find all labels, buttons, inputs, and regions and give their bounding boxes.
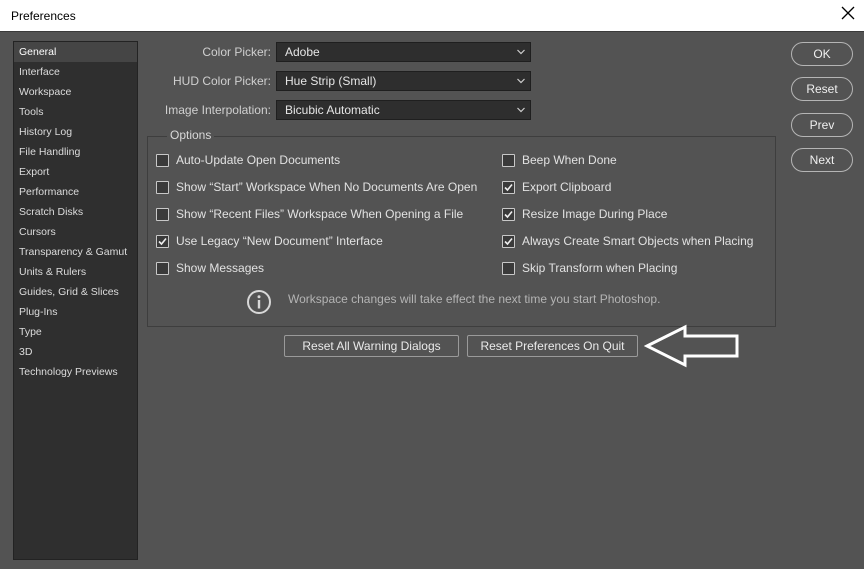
checkbox-box[interactable] xyxy=(156,262,169,275)
hud-color-picker-value: Hue Strip (Small) xyxy=(285,74,377,88)
chevron-down-icon xyxy=(517,78,525,84)
checkbox-label: Beep When Done xyxy=(522,153,617,167)
prev-button[interactable]: Prev xyxy=(791,113,853,137)
info-icon xyxy=(247,290,271,314)
info-message: Workspace changes will take effect the n… xyxy=(288,292,661,306)
chevron-down-icon xyxy=(517,49,525,55)
hud-color-picker-select[interactable]: Hue Strip (Small) xyxy=(276,71,531,91)
checkbox-label: Use Legacy “New Document” Interface xyxy=(176,234,383,248)
arrow-left-icon xyxy=(644,324,739,368)
preferences-dialog: General Interface Workspace Tools Histor… xyxy=(0,31,864,569)
checkbox-box[interactable] xyxy=(156,208,169,221)
sidebar-item-cursors[interactable]: Cursors xyxy=(14,222,137,242)
checkbox-label: Show “Start” Workspace When No Documents… xyxy=(176,180,478,194)
image-interpolation-select[interactable]: Bicubic Automatic xyxy=(276,100,531,120)
sidebar-item-workspace[interactable]: Workspace xyxy=(14,82,137,102)
checkmark-icon xyxy=(504,237,513,246)
sidebar-item-type[interactable]: Type xyxy=(14,322,137,342)
checkbox-label: Show Messages xyxy=(176,261,265,275)
sidebar-item-3d[interactable]: 3D xyxy=(14,342,137,362)
checkbox-box[interactable] xyxy=(156,235,169,248)
checkbox-label: Auto-Update Open Documents xyxy=(176,153,341,167)
color-picker-row: Color Picker: Adobe xyxy=(140,42,532,62)
color-picker-select[interactable]: Adobe xyxy=(276,42,531,62)
sidebar-item-guides-grid-slices[interactable]: Guides, Grid & Slices xyxy=(14,282,137,302)
checkbox-label: Skip Transform when Placing xyxy=(522,261,678,275)
color-picker-value: Adobe xyxy=(285,45,320,59)
checkbox-box[interactable] xyxy=(502,235,515,248)
options-legend: Options xyxy=(167,128,215,142)
hud-color-picker-label: HUD Color Picker: xyxy=(172,74,271,88)
options-group: Options Auto-Update Open Documents Show … xyxy=(147,128,776,327)
image-interpolation-label: Image Interpolation: xyxy=(164,103,271,117)
sidebar-item-plug-ins[interactable]: Plug-Ins xyxy=(14,302,137,322)
ok-button[interactable]: OK xyxy=(791,42,853,66)
checkbox-box[interactable] xyxy=(502,262,515,275)
category-sidebar: General Interface Workspace Tools Histor… xyxy=(13,41,138,560)
sidebar-item-scratch-disks[interactable]: Scratch Disks xyxy=(14,202,137,222)
sidebar-item-units-rulers[interactable]: Units & Rulers xyxy=(14,262,137,282)
checkbox-label: Show “Recent Files” Workspace When Openi… xyxy=(176,207,464,221)
close-icon[interactable] xyxy=(841,6,855,20)
hud-color-picker-row: HUD Color Picker: Hue Strip (Small) xyxy=(140,71,532,91)
reset-button[interactable]: Reset xyxy=(791,77,853,101)
checkbox-box[interactable] xyxy=(502,208,515,221)
next-button[interactable]: Next xyxy=(791,148,853,172)
sidebar-item-export[interactable]: Export xyxy=(14,162,137,182)
sidebar-item-general[interactable]: General xyxy=(14,42,137,62)
sidebar-item-history-log[interactable]: History Log xyxy=(14,122,137,142)
checkbox-label: Always Create Smart Objects when Placing xyxy=(522,234,754,248)
checkbox-label: Resize Image During Place xyxy=(522,207,668,221)
checkbox-box[interactable] xyxy=(502,181,515,194)
title-bar: Preferences xyxy=(0,0,864,31)
checkmark-icon xyxy=(504,210,513,219)
reset-preferences-on-quit-button[interactable]: Reset Preferences On Quit xyxy=(467,335,638,357)
image-interpolation-value: Bicubic Automatic xyxy=(285,103,380,117)
sidebar-item-performance[interactable]: Performance xyxy=(14,182,137,202)
sidebar-item-tools[interactable]: Tools xyxy=(14,102,137,122)
checkbox-box[interactable] xyxy=(156,181,169,194)
sidebar-item-file-handling[interactable]: File Handling xyxy=(14,142,137,162)
checkbox-label: Export Clipboard xyxy=(522,180,612,194)
sidebar-item-technology-previews[interactable]: Technology Previews xyxy=(14,362,137,382)
color-picker-label: Color Picker: xyxy=(202,45,271,59)
image-interpolation-row: Image Interpolation: Bicubic Automatic xyxy=(140,100,532,120)
sidebar-item-transparency-gamut[interactable]: Transparency & Gamut xyxy=(14,242,137,262)
checkbox-box[interactable] xyxy=(156,154,169,167)
sidebar-item-interface[interactable]: Interface xyxy=(14,62,137,82)
window-title: Preferences xyxy=(11,9,76,23)
reset-warning-dialogs-button[interactable]: Reset All Warning Dialogs xyxy=(284,335,459,357)
checkmark-icon xyxy=(158,237,167,246)
checkbox-box[interactable] xyxy=(502,154,515,167)
checkmark-icon xyxy=(504,183,513,192)
chevron-down-icon xyxy=(517,107,525,113)
